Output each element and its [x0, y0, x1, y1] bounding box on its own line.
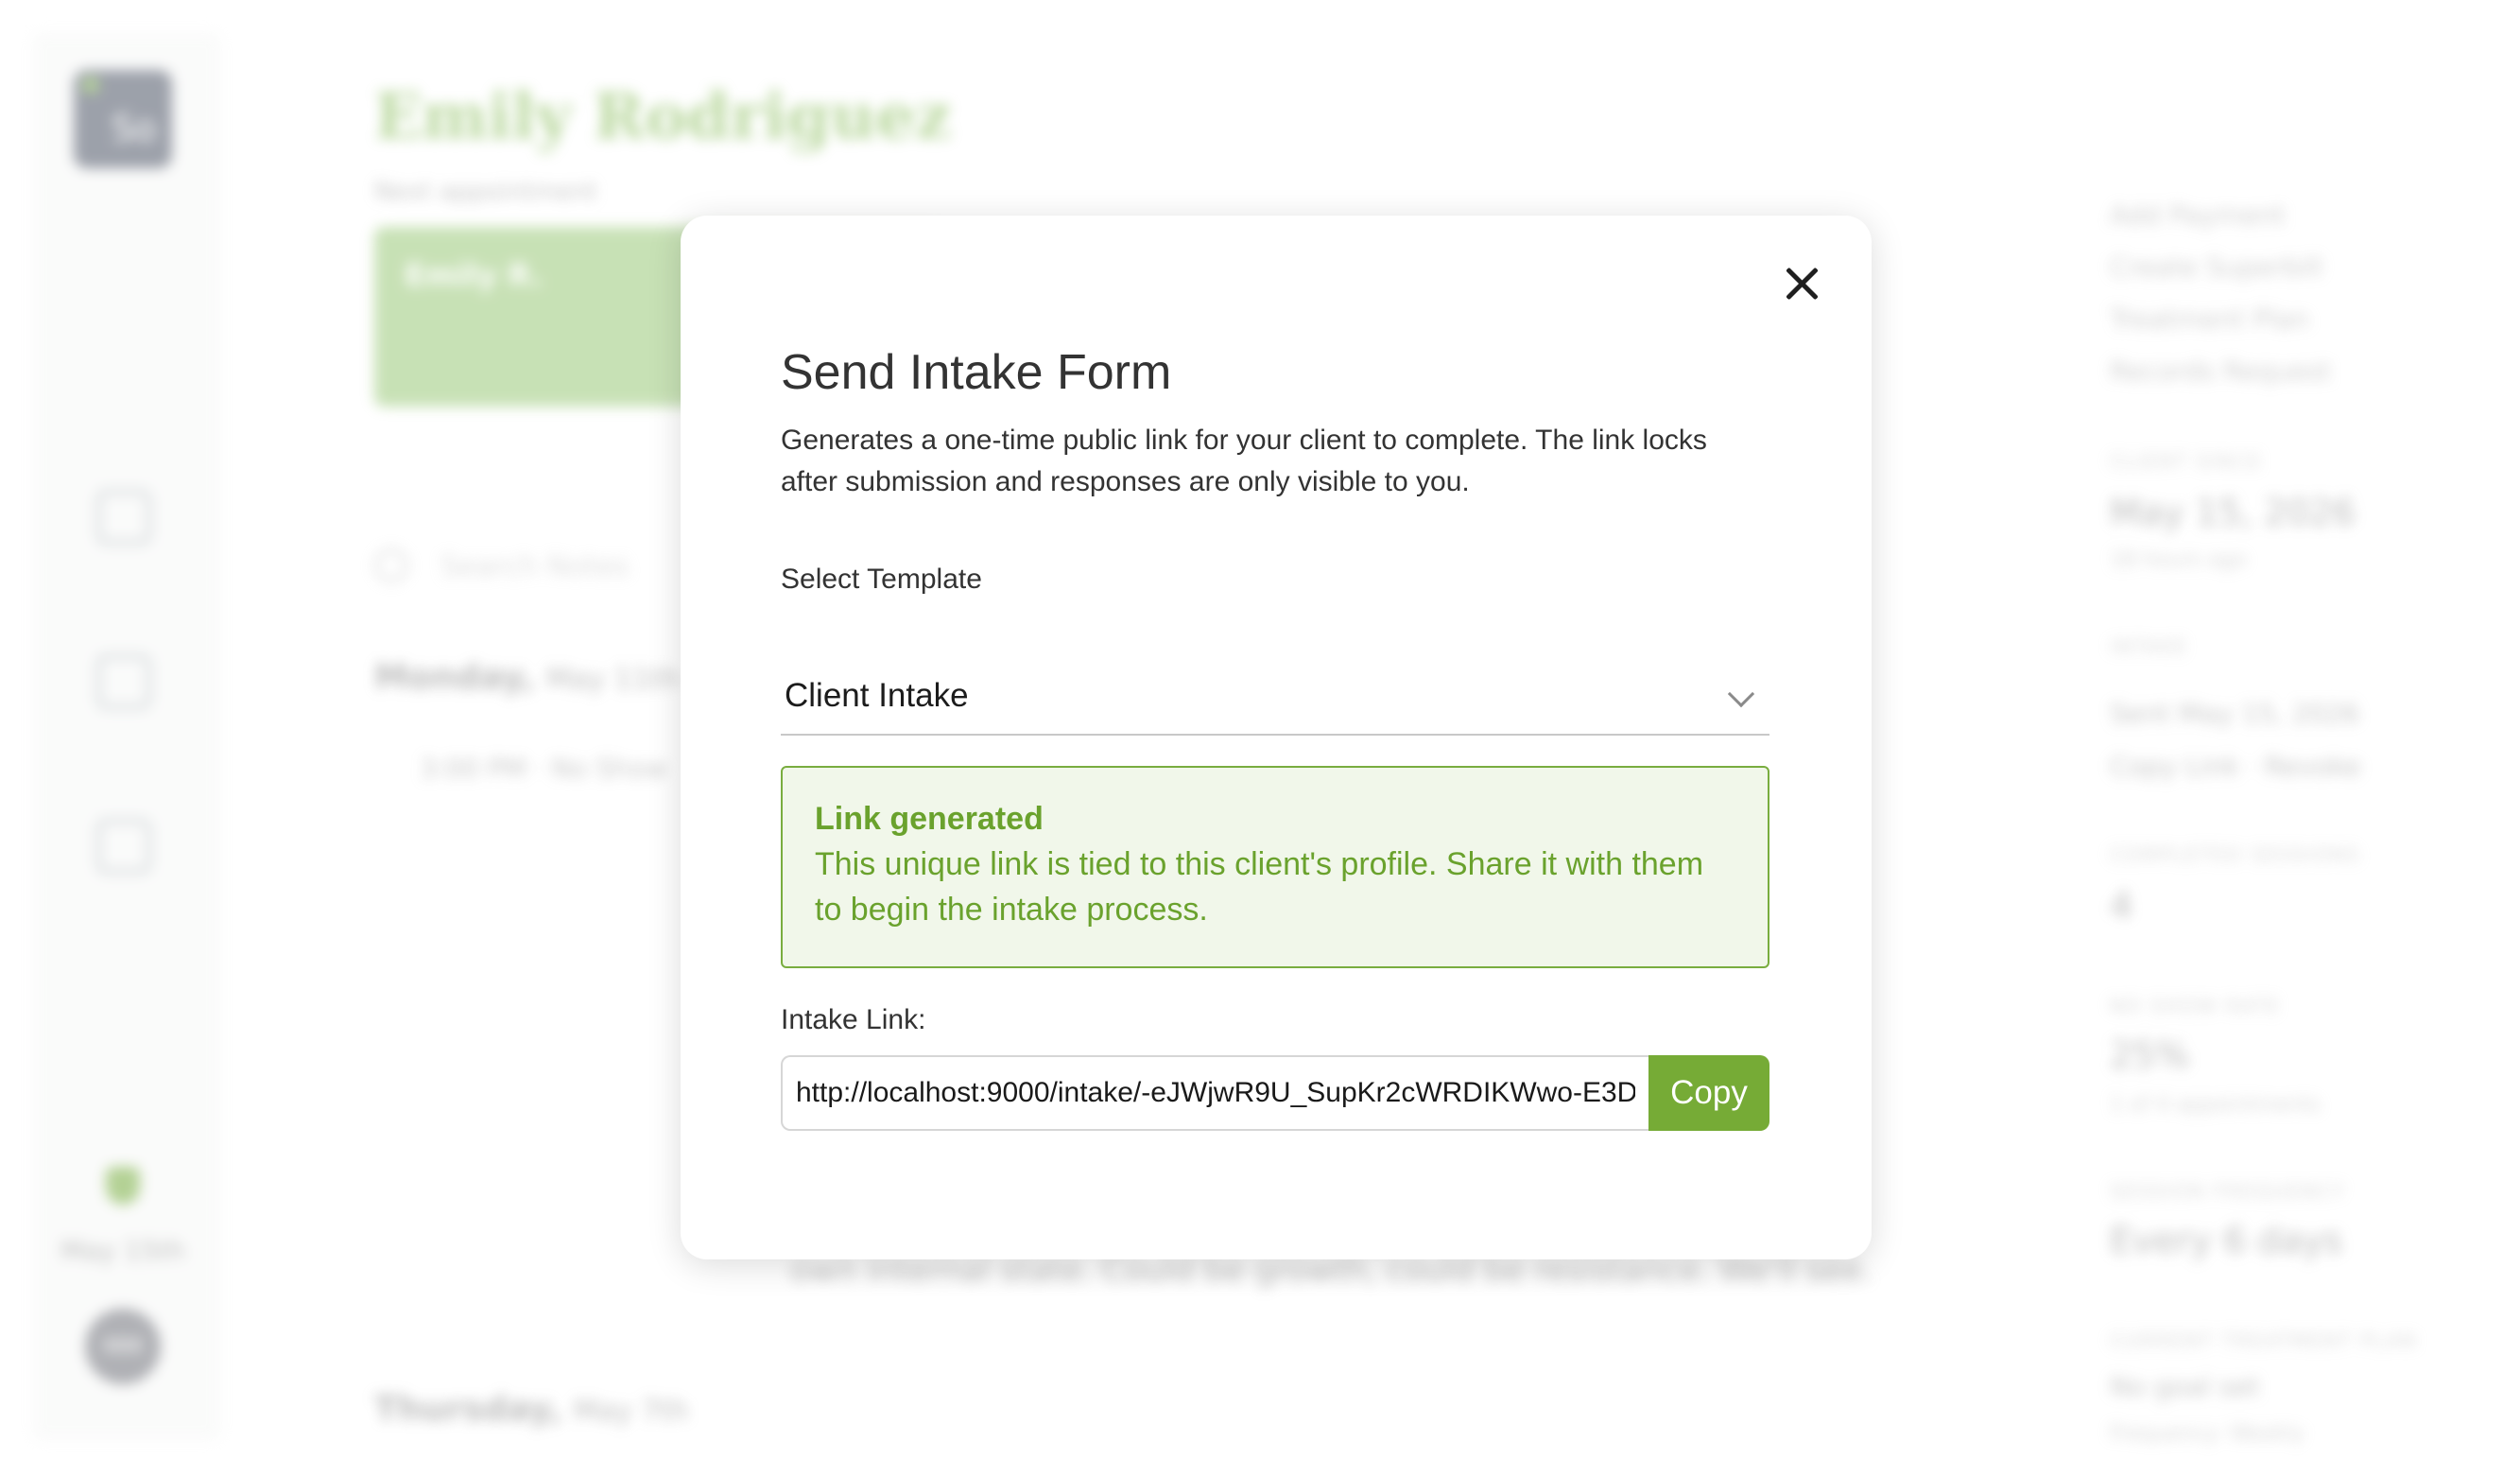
session-frequency-value: Every 6 days: [2110, 1220, 2343, 1261]
link-generated-alert: Link generated This unique link is tied …: [781, 766, 1769, 968]
create-superbill-link[interactable]: Create Superbill: [2110, 241, 2331, 293]
intake-sent-row: Sent May 15, 2026: [2110, 698, 2359, 729]
next-appointment-label: Next appointment: [374, 178, 597, 206]
right-actions: Add Payment Create Superbill Treatment P…: [2110, 189, 2331, 397]
shield-icon: [106, 1167, 140, 1205]
day-heading-1: Monday, May 11th: [374, 658, 680, 697]
day-1-date: May 11th: [546, 663, 680, 696]
day-1-weekday: Monday,: [374, 658, 535, 697]
alert-title: Link generated: [815, 801, 1044, 837]
completed-sessions-value: 4: [2110, 885, 2133, 927]
records-request-link[interactable]: Records Request: [2110, 345, 2331, 397]
treatment-plan-label: CURRENT TREATMENT PLAN: [2110, 1329, 2418, 1352]
sidebar: [32, 32, 221, 1441]
app-logo[interactable]: So: [74, 70, 172, 168]
search-icon: [374, 548, 408, 582]
intake-label: INTAKE: [2110, 635, 2188, 658]
alert-text: This unique link is tied to this client'…: [815, 846, 1704, 928]
template-select-value: Client Intake: [785, 677, 969, 714]
clients-icon[interactable]: [96, 654, 151, 709]
intake-sent-label: Sent: [2110, 698, 2170, 729]
completed-sessions-label: COMPLETED SESSIONS: [2110, 843, 2361, 866]
day-heading-2: Thursday, May 7th: [374, 1390, 688, 1429]
no-show-rate-value: 25%: [2110, 1034, 2190, 1076]
chevron-down-icon: [1727, 680, 1755, 708]
calendar-icon[interactable]: [96, 490, 151, 545]
copy-link-action[interactable]: Copy Link: [2110, 751, 2239, 782]
intake-sent-date: May 15, 2026: [2178, 698, 2360, 729]
session-entry[interactable]: 3:00 PM · No Show: [420, 753, 667, 784]
action-separator: ·: [2248, 751, 2257, 782]
day-2-date: May 7th: [573, 1395, 689, 1428]
logo-text: So: [112, 108, 157, 149]
user-avatar[interactable]: MM: [85, 1309, 161, 1384]
intake-link-group: Copy: [781, 1055, 1769, 1131]
client-since-sub: 18 hours ago: [2110, 548, 2247, 572]
session-frequency-label: SESSION FREQUENCY: [2110, 1180, 2346, 1203]
copy-button[interactable]: Copy: [1648, 1055, 1769, 1131]
select-template-label: Select Template: [781, 564, 982, 595]
no-show-rate-sub: 1 of 4 appointments: [2110, 1093, 2321, 1117]
intake-link-label: Intake Link:: [781, 1004, 926, 1035]
app-root: So May 15th MM Emily Rodriguez Next appo…: [0, 0, 2520, 1458]
revoke-action[interactable]: Revoke: [2265, 751, 2361, 782]
sidebar-date: May 15th: [60, 1235, 185, 1266]
intake-link-input[interactable]: [781, 1055, 1648, 1131]
client-since-label: CLIENT SINCE: [2110, 450, 2263, 473]
no-show-rate-label: NO SHOW RATE: [2110, 995, 2281, 1017]
modal-description: Generates a one-time public link for you…: [781, 425, 1707, 497]
treatment-plan-sub: Frequency: Weekly: [2110, 1422, 2304, 1446]
close-icon[interactable]: [1773, 255, 1830, 312]
day-2-weekday: Thursday,: [374, 1390, 562, 1429]
send-intake-modal: Send Intake Form Generates a one-time pu…: [681, 216, 1872, 1259]
search-notes-input[interactable]: Search Notes: [440, 550, 629, 583]
modal-title: Send Intake Form: [781, 345, 1172, 400]
inbox-icon[interactable]: [96, 819, 151, 874]
appointment-card-name: Emily R.: [405, 257, 544, 293]
client-since-value: May 15, 2026: [2110, 492, 2356, 533]
treatment-plan-value: No goal set: [2110, 1371, 2260, 1402]
client-name: Emily Rodriguez: [374, 79, 952, 153]
intake-actions-row: Copy Link · Revoke: [2110, 751, 2361, 782]
template-select[interactable]: Client Intake: [781, 660, 1769, 736]
treatment-plan-link[interactable]: Treatment Plan: [2110, 293, 2331, 345]
add-payment-link[interactable]: Add Payment: [2110, 189, 2331, 241]
